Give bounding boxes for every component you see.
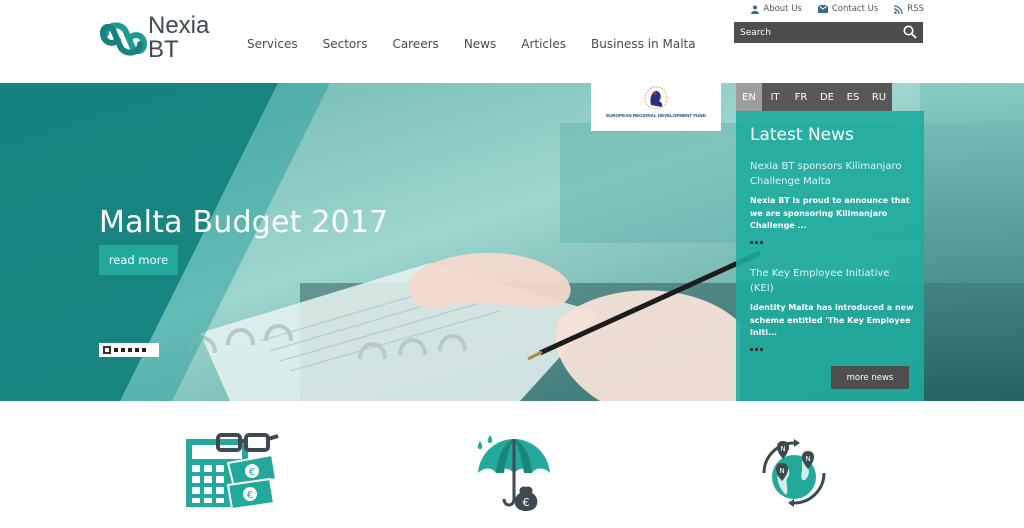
- svg-text:N: N: [780, 445, 785, 453]
- logo-line-2: BT: [148, 36, 179, 63]
- rss-link[interactable]: RSS: [894, 4, 924, 14]
- about-us-link[interactable]: About Us: [751, 4, 802, 14]
- nexia-bt-logo[interactable]: Nexia BT: [100, 14, 220, 64]
- lang-es[interactable]: ES: [840, 83, 866, 111]
- nav-articles[interactable]: Articles: [514, 37, 573, 51]
- read-more-button[interactable]: read more: [99, 245, 178, 275]
- svg-text:€: €: [523, 496, 530, 509]
- svg-text:€: €: [249, 467, 255, 478]
- contact-us-link[interactable]: Contact Us: [817, 4, 879, 14]
- nav-news[interactable]: News: [457, 37, 503, 51]
- nexia-logo-icon: [100, 22, 148, 56]
- news-headline-link[interactable]: The Key Employee Initiative (KEI): [750, 266, 916, 296]
- svg-text:N: N: [805, 455, 810, 463]
- eu-fund-seal-icon: [644, 86, 668, 110]
- hero-title: Malta Budget 2017: [99, 205, 389, 240]
- ellipsis-icon[interactable]: [750, 347, 916, 351]
- language-switcher: EN IT FR DE ES RU: [736, 83, 892, 111]
- slide-dot-3[interactable]: [121, 348, 125, 352]
- nav-sectors[interactable]: Sectors: [316, 37, 375, 51]
- ellipsis-icon[interactable]: [750, 240, 916, 244]
- about-us-label: About Us: [763, 4, 802, 14]
- nav-services[interactable]: Services: [240, 37, 305, 51]
- hero-slider: Malta Budget 2017 read more EUROPEAN REG…: [0, 83, 1024, 401]
- news-item: The Key Employee Initiative (KEI) Identi…: [750, 266, 916, 351]
- site-header: Nexia BT Services Sectors Careers News A…: [0, 0, 1024, 83]
- slide-dot-5[interactable]: [135, 348, 139, 352]
- lang-en[interactable]: EN: [736, 83, 762, 111]
- slider-pagination: [99, 343, 159, 357]
- lang-it[interactable]: IT: [762, 83, 788, 111]
- calculator-money-icon[interactable]: € €: [184, 433, 280, 513]
- erdf-label: EUROPEAN REGIONAL DEVELOPMENT FUND: [606, 113, 706, 118]
- lang-de[interactable]: DE: [814, 83, 840, 111]
- nav-business-in-malta[interactable]: Business in Malta: [584, 37, 703, 51]
- news-item: Nexia BT sponsors Kilimanjaro Challenge …: [750, 159, 916, 244]
- main-nav: Services Sectors Careers News Articles B…: [240, 37, 714, 51]
- more-news-button[interactable]: more news: [831, 366, 909, 389]
- contact-us-label: Contact Us: [831, 4, 879, 14]
- svg-text:€: €: [247, 490, 253, 501]
- latest-news-panel: Latest News Nexia BT sponsors Kilimanjar…: [736, 111, 924, 401]
- rss-label: RSS: [907, 4, 924, 14]
- slide-dot-6[interactable]: [142, 348, 146, 352]
- logo-line-1: Nexia: [148, 12, 210, 39]
- envelope-icon: [817, 5, 828, 13]
- feature-icons-row: € € € N N N: [0, 401, 1024, 528]
- news-excerpt: Identity Malta has introduced a new sche…: [750, 303, 914, 337]
- logo-wordmark: Nexia BT: [148, 14, 209, 62]
- rss-icon: [894, 4, 903, 14]
- latest-news-title: Latest News: [750, 125, 854, 145]
- erdf-banner[interactable]: EUROPEAN REGIONAL DEVELOPMENT FUND: [591, 83, 721, 131]
- lang-ru[interactable]: RU: [866, 83, 892, 111]
- search-box: [734, 22, 923, 43]
- lang-fr[interactable]: FR: [788, 83, 814, 111]
- utility-links: About Us Contact Us RSS: [751, 4, 924, 14]
- slide-dot-1[interactable]: [103, 346, 111, 354]
- globe-locations-icon[interactable]: N N N: [756, 433, 832, 513]
- slide-dot-4[interactable]: [128, 348, 132, 352]
- nav-careers[interactable]: Careers: [385, 37, 445, 51]
- news-headline-link[interactable]: Nexia BT sponsors Kilimanjaro Challenge …: [750, 159, 916, 189]
- search-input[interactable]: [734, 22, 894, 43]
- svg-text:N: N: [779, 467, 784, 475]
- umbrella-moneybag-icon[interactable]: €: [474, 433, 554, 513]
- news-excerpt: Nexia BT is proud to announce that we ar…: [750, 196, 910, 230]
- slide-dot-2[interactable]: [114, 348, 118, 352]
- person-icon: [751, 5, 760, 14]
- search-icon[interactable]: [903, 25, 917, 39]
